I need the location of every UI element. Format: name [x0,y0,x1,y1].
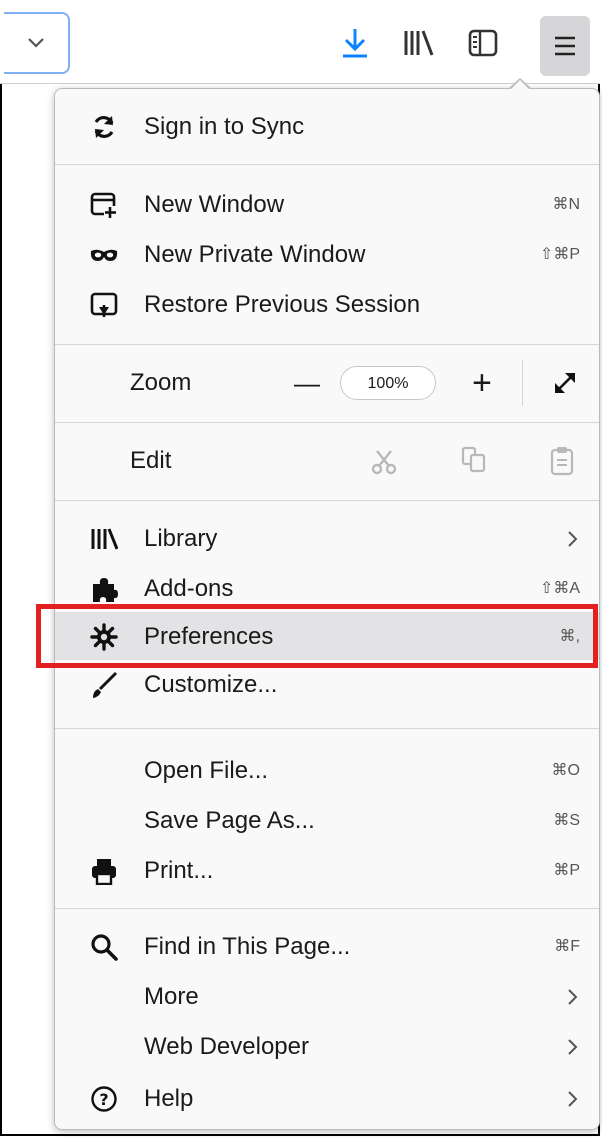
menu-item-label: Web Developer [144,1033,309,1060]
menu-item-label: More [144,983,199,1010]
menu-item-shortcut: ⌘S [553,812,580,829]
library-icon [404,30,434,56]
sidebar-icon [468,29,498,57]
menu-separator [55,500,599,501]
menu-item-label: Help [144,1085,194,1112]
library-icon [91,528,118,550]
chevron-right-icon [568,989,578,1005]
menu-item-edit: Edit [54,436,600,486]
menu-item-label: New Window [144,191,285,218]
zoom-in-button[interactable]: + [472,358,492,408]
menu-item-label: Customize... [144,671,278,698]
download-icon [343,29,367,58]
zoom-label: Zoom [130,369,192,396]
url-dropdown-button[interactable] [4,12,70,74]
menu-item-label: Open File... [144,757,269,784]
puzzle-piece-icon [93,578,118,602]
menu-item-help[interactable]: ? Help [54,1074,600,1124]
download-button[interactable] [340,26,376,62]
help-icon: ? [91,1086,117,1112]
search-icon [91,934,118,961]
browser-toolbar [0,0,600,84]
private-mask-icon [90,249,118,261]
menu-item-zoom: Zoom — + [54,358,600,408]
menu-item-shortcut: ⌘N [552,196,580,213]
svg-text:?: ? [99,1090,108,1109]
menu-item-find[interactable]: Find in This Page... ⌘F [54,922,600,972]
sidebar-button[interactable] [466,26,502,62]
copy-icon[interactable] [460,446,488,474]
cut-icon[interactable] [370,448,398,476]
zoom-out-button[interactable]: — [294,358,320,408]
menu-item-more[interactable]: More [54,972,600,1022]
menu-separator [55,728,599,729]
menu-item-shortcut: ⇧⌘P [539,246,580,263]
menu-item-sync[interactable]: Sign in to Sync [54,102,600,152]
open-menu-button[interactable] [540,16,590,76]
library-button[interactable] [402,26,438,62]
chevron-right-icon [568,1091,578,1107]
restore-session-icon [90,292,118,317]
menu-item-save-page[interactable]: Save Page As... ⌘S [54,796,600,846]
menu-item-new-private-window[interactable]: New Private Window ⇧⌘P [54,230,600,280]
menu-item-shortcut: ⌘F [554,938,580,955]
chevron-down-icon [28,38,44,48]
zoom-divider [522,360,523,406]
menu-item-label: New Private Window [144,241,366,268]
menu-item-print[interactable]: Print... ⌘P [54,846,600,896]
menu-item-shortcut: ⌘P [553,862,580,879]
menu-item-shortcut: ⌘O [551,762,580,779]
menu-item-web-developer[interactable]: Web Developer [54,1022,600,1072]
chevron-right-icon [568,1039,578,1055]
menu-separator [55,344,599,345]
menu-item-label: Restore Previous Session [144,291,421,318]
menu-separator [55,164,599,165]
menu-separator [55,422,599,423]
paste-icon[interactable] [548,446,576,476]
menu-item-label: Sign in to Sync [144,113,305,140]
zoom-reset-button[interactable]: 100% [340,366,436,400]
sync-icon [94,116,114,138]
menu-item-new-window[interactable]: New Window ⌘N [54,180,600,230]
edit-label: Edit [130,447,172,474]
menu-item-open-file[interactable]: Open File... ⌘O [54,746,600,796]
menu-item-label: Library [144,525,218,552]
printer-icon [92,859,116,885]
chevron-right-icon [568,531,578,547]
fullscreen-icon[interactable] [550,368,580,398]
menu-item-library[interactable]: Library [54,514,600,564]
paintbrush-icon [93,671,118,698]
menu-item-label: Save Page As... [144,807,315,834]
menu-item-label: Print... [144,857,214,884]
hamburger-menu-icon [555,36,575,56]
menu-separator [55,908,599,909]
panel-arrow-inner [510,80,530,90]
menu-item-customize[interactable]: Customize... [54,660,600,710]
new-window-icon [90,192,118,219]
menu-item-label: Find in This Page... [144,933,351,960]
menu-item-restore-session[interactable]: Restore Previous Session [54,280,600,330]
annotation-highlight-box [36,604,598,668]
